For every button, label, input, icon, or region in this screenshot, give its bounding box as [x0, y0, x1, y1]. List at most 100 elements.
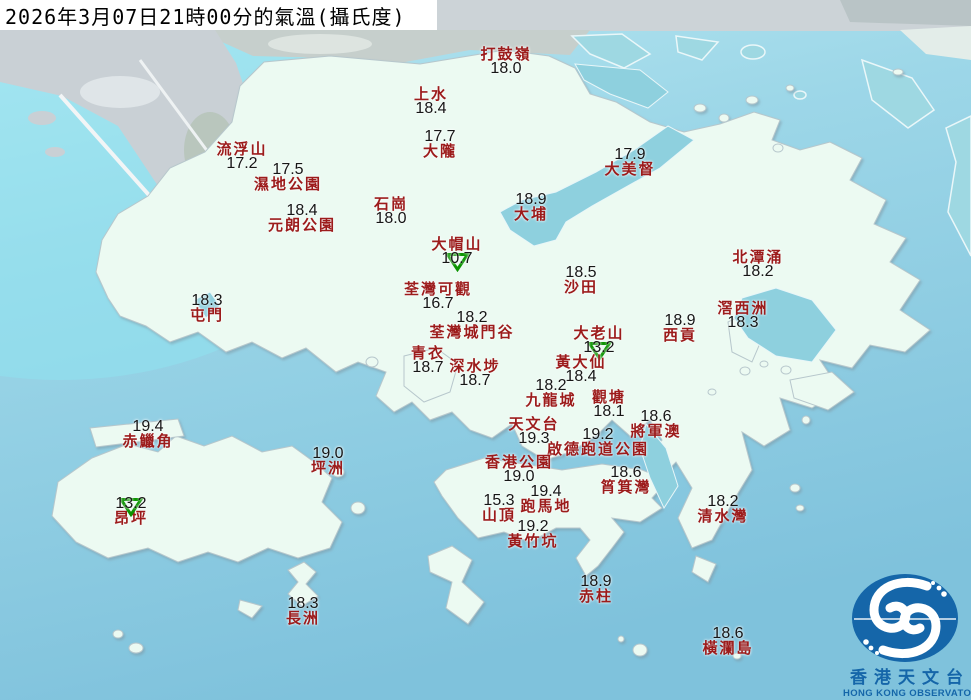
stations-layer: 打鼓嶺 18.0 上水 18.4 17.7 大隴 流浮山 17.2 17.5 濕地公園 17.9 大美…	[0, 0, 971, 700]
station-value: 15.3	[483, 492, 515, 509]
station-value-row: 18.7	[449, 373, 500, 389]
station-marker: 觀塘 18.1	[592, 390, 626, 420]
station-value-row: 18.6	[702, 626, 753, 642]
station-value-row: 18.9	[514, 191, 548, 208]
station-value-row: 18.4	[268, 202, 336, 219]
station-name-label: 橫瀾島	[702, 639, 754, 657]
station-value: 18.7	[412, 359, 444, 376]
station-name-label: 筲箕灣	[600, 478, 652, 496]
station-marker: 滘西洲 18.3	[717, 301, 768, 331]
station-name-label: 元朗公園	[267, 216, 337, 234]
station-value-row: 18.3	[717, 315, 768, 331]
station-marker: 19.4 赤鱲角	[122, 418, 173, 449]
station-marker: 17.9 大美督	[604, 146, 656, 178]
station-value: 19.4	[132, 418, 164, 435]
station-value: 18.0	[490, 60, 522, 77]
station-value: 17.7	[424, 128, 456, 145]
station-name-label: 大隴	[422, 142, 458, 160]
station-value: 18.9	[515, 191, 547, 208]
station-value: 18.2	[742, 263, 774, 280]
station-marker: 19.4 跑馬地	[520, 483, 572, 515]
station-marker: 18.3 長洲	[285, 595, 321, 627]
station-value: 17.9	[614, 146, 646, 163]
station-name-label: 坪洲	[310, 459, 346, 477]
station-name-label: 屯門	[189, 306, 225, 324]
station-marker: 19.0 坪洲	[310, 445, 346, 477]
hko-logo-name-zh: 香港天文台	[850, 668, 970, 688]
station-marker: 大老山 13.2	[573, 326, 624, 361]
station-value: 19.4	[530, 483, 562, 500]
station-value-row: 18.5	[564, 265, 598, 281]
station-value-row: 18.2	[525, 377, 576, 394]
hko-logo-name-en: HONG KONG OBSERVATORY	[843, 688, 971, 699]
station-marker: 18.2 荃灣城門谷	[429, 310, 515, 341]
station-value-row: 19.4	[122, 418, 173, 435]
station-marker: 北潭涌 18.2	[732, 250, 783, 280]
station-value: 18.4	[415, 100, 447, 117]
station-marker: 18.6 橫瀾島	[702, 626, 754, 657]
station-value-row: 19.4	[520, 483, 571, 500]
station-value: 18.2	[535, 377, 567, 394]
station-value-row: 19.0	[485, 468, 553, 485]
station-value-row: 17.7	[423, 128, 457, 145]
station-value: 19.0	[503, 468, 535, 485]
station-value: 18.6	[610, 464, 642, 481]
station-marker: 荃灣可觀 16.7	[404, 282, 472, 312]
station-value-row: 18.2	[429, 310, 514, 326]
station-marker: 18.2 清水灣	[697, 494, 748, 524]
station-value: 17.5	[272, 161, 304, 178]
station-name-label: 長洲	[285, 609, 321, 627]
station-value: 18.4	[286, 202, 318, 219]
station-value: 17.2	[226, 155, 258, 172]
station-marker: 石崗 18.0	[374, 197, 408, 227]
station-value: 18.6	[640, 408, 672, 425]
station-value-row: 18.9	[579, 573, 613, 590]
station-value-row: 10.7	[431, 250, 482, 272]
station-value-row: 15.3	[482, 492, 516, 509]
station-marker: 打鼓嶺 18.0	[480, 47, 531, 77]
station-marker: 19.2 啟德跑道公園	[547, 427, 649, 457]
station-name-label: 濕地公園	[253, 175, 323, 193]
station-value: 16.7	[422, 295, 454, 312]
station-value-row: 18.0	[480, 60, 531, 77]
station-marker: 18.9 赤柱	[578, 573, 614, 605]
station-value: 18.1	[593, 403, 625, 420]
station-value: 18.9	[580, 573, 612, 590]
station-value-row: 18.9	[663, 313, 697, 329]
station-marker: 19.2 黃竹坑	[507, 518, 558, 549]
station-value-row: 18.6	[600, 464, 651, 481]
station-value: 13.2	[115, 495, 147, 512]
station-name-label: 跑馬地	[520, 497, 572, 515]
station-name-label: 九龍城	[525, 391, 577, 409]
station-value-row: 18.6	[630, 408, 681, 425]
hko-logo: 香港天文台 HONG KONG OBSERVATORY	[843, 572, 971, 699]
station-value: 18.0	[375, 210, 407, 227]
station-marker: 18.9 西貢	[662, 313, 698, 344]
station-value-row: 18.2	[732, 263, 783, 280]
station-value: 10.7	[441, 250, 473, 267]
station-value: 19.3	[518, 430, 550, 447]
station-name-label: 荃灣城門谷	[429, 323, 515, 341]
station-value-row: 18.1	[592, 403, 626, 420]
station-marker: 18.5 沙田	[564, 265, 598, 295]
station-marker: 上水 18.4	[414, 87, 448, 117]
station-value: 19.2	[517, 518, 549, 535]
station-marker: 13.2 昂坪	[114, 495, 148, 526]
station-marker: 青衣 18.7	[411, 346, 445, 376]
station-value-row: 19.0	[311, 445, 345, 462]
station-name-label: 西貢	[662, 326, 698, 344]
station-marker: 深水埗 18.7	[449, 359, 500, 389]
station-name-label: 大埔	[513, 205, 549, 223]
station-marker: 18.3 屯門	[189, 293, 225, 324]
station-marker: 大帽山 10.7	[431, 237, 482, 272]
hko-logo-mark	[852, 574, 958, 662]
station-value: 19.0	[312, 445, 344, 462]
station-marker: 香港公園 19.0	[485, 455, 553, 485]
station-value-row: 18.4	[414, 100, 448, 117]
station-marker: 18.6 筲箕灣	[600, 464, 652, 496]
station-value-row: 18.7	[411, 359, 445, 376]
station-name-label: 赤柱	[578, 587, 614, 605]
station-value: 18.3	[287, 595, 319, 612]
station-name-label: 大美督	[604, 160, 656, 178]
map-title: 2026年3月07日21時00分的氣溫(攝氏度)	[5, 4, 406, 29]
